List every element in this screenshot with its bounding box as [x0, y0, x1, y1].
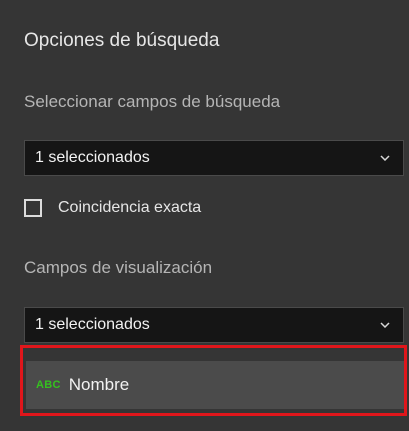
exact-match-label: Coincidencia exacta — [58, 199, 202, 216]
display-fields-label: Campos de visualización — [24, 258, 213, 277]
search-fields-select[interactable]: 1 seleccionados — [24, 140, 404, 176]
search-options-panel: Opciones de búsqueda Seleccionar campos … — [0, 0, 409, 431]
highlight-box — [20, 345, 407, 416]
display-fields-select-value: 1 seleccionados — [35, 316, 150, 333]
search-fields-label: Seleccionar campos de búsqueda — [24, 92, 281, 111]
chevron-down-icon — [379, 308, 391, 342]
chevron-down-icon — [379, 141, 391, 175]
panel-title: Opciones de búsqueda — [24, 30, 220, 51]
exact-match-checkbox-row[interactable]: Coincidencia exacta — [24, 196, 201, 220]
exact-match-checkbox[interactable] — [24, 199, 42, 217]
search-fields-select-value: 1 seleccionados — [35, 149, 150, 166]
display-fields-select[interactable]: 1 seleccionados — [24, 307, 404, 343]
